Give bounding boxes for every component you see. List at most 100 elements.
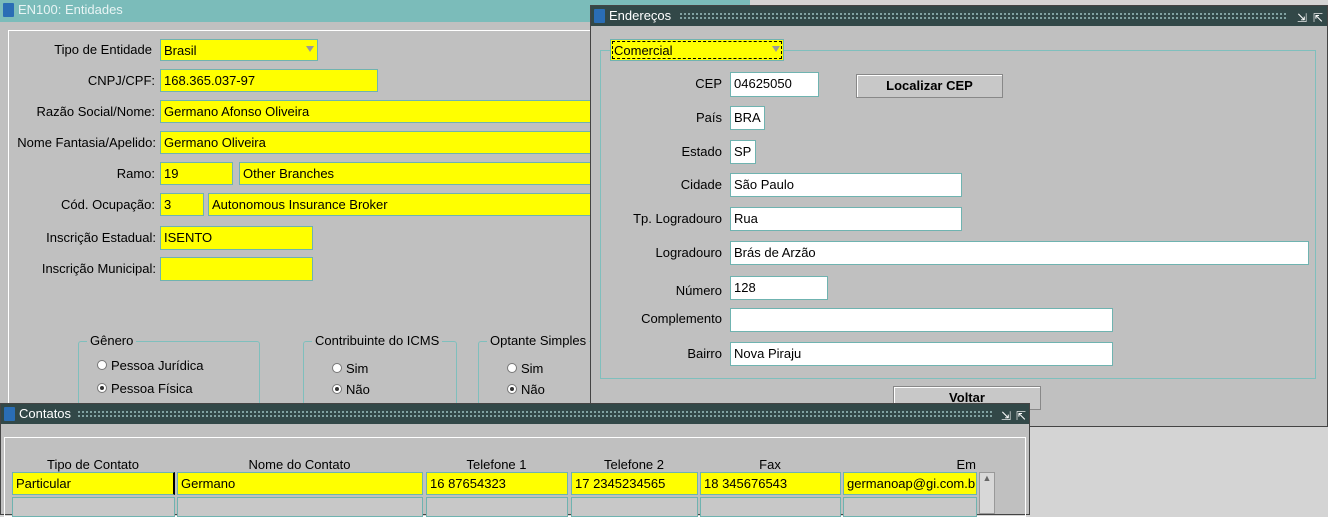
form-icon xyxy=(594,9,605,23)
icms-group: Contribuinte do ICMS xyxy=(303,333,457,411)
logradouro-field[interactable]: Brás de Arzão xyxy=(730,241,1309,265)
form-icon xyxy=(4,407,15,421)
razao-field[interactable]: Germano Afonso Oliveira xyxy=(160,100,592,123)
title-bar: Endereços ⇲ ⇱ xyxy=(591,6,1327,26)
logradouro-label: Logradouro xyxy=(655,245,723,260)
tp-logradouro-label: Tp. Logradouro xyxy=(633,211,722,226)
tipo-entidade-label: Tipo de Entidade xyxy=(54,42,152,57)
tipo-entidade-select[interactable]: Brasil xyxy=(160,39,318,61)
radio-simples-nao[interactable]: Não xyxy=(507,382,545,397)
pais-field[interactable]: BRA xyxy=(730,106,765,130)
radio-pessoa-fisica[interactable]: Pessoa Física xyxy=(97,381,193,396)
header-telefone1: Telefone 1 xyxy=(466,457,527,472)
form-icon xyxy=(3,3,14,17)
ramo-desc-field[interactable]: Other Branches xyxy=(239,162,592,185)
title-bar-grip xyxy=(77,410,993,418)
complemento-field[interactable] xyxy=(730,308,1113,332)
simples-label: Optante Simples xyxy=(487,333,590,348)
cell-fax[interactable]: 18 345676543 xyxy=(700,472,841,495)
genero-label: Gênero xyxy=(87,333,137,348)
cep-field[interactable]: 04625050 xyxy=(730,72,819,97)
radio-icms-nao[interactable]: Não xyxy=(332,382,370,397)
maximize-icon[interactable]: ⇱ xyxy=(1016,406,1026,426)
numero-field[interactable]: 128 xyxy=(730,276,828,300)
title-bar-grip xyxy=(679,12,1287,20)
cell-nome-contato[interactable]: Germano xyxy=(177,472,423,495)
radio-label: Não xyxy=(521,382,545,397)
empty-cell[interactable] xyxy=(571,497,698,517)
header-tipo-contato: Tipo de Contato xyxy=(46,457,140,472)
radio-label: Sim xyxy=(521,361,544,376)
estado-field[interactable]: SP xyxy=(730,140,756,164)
cidade-field[interactable]: São Paulo xyxy=(730,173,962,197)
radio-label: Pessoa Física xyxy=(111,381,193,396)
address-type-value: Comercial xyxy=(614,43,673,58)
radio-label: Sim xyxy=(346,361,369,376)
ocupacao-code-field[interactable]: 3 xyxy=(160,193,204,216)
fantasia-label: Nome Fantasia/Apelido: xyxy=(17,135,156,150)
im-field[interactable] xyxy=(160,257,313,281)
chevron-down-icon[interactable] xyxy=(306,46,314,52)
header-email: Em xyxy=(956,457,977,472)
cep-label: CEP xyxy=(695,76,722,91)
estado-label: Estado xyxy=(681,144,722,159)
ocupacao-desc-field[interactable]: Autonomous Insurance Broker xyxy=(208,193,592,216)
ramo-label: Ramo: xyxy=(116,166,155,181)
header-telefone2: Telefone 2 xyxy=(604,457,664,472)
cell-telefone2[interactable]: 17 2345234565 xyxy=(571,472,698,495)
radio-simples-sim[interactable]: Sim xyxy=(507,361,543,376)
genero-group: Gênero xyxy=(78,333,260,411)
cnpj-field[interactable]: 168.365.037-97 xyxy=(160,69,378,92)
cell-telefone1[interactable]: 16 87654323 xyxy=(426,472,568,495)
fantasia-field[interactable]: Germano Oliveira xyxy=(160,131,592,154)
minimize-icon[interactable]: ⇲ xyxy=(1297,8,1307,28)
bairro-field[interactable]: Nova Piraju xyxy=(730,342,1113,366)
empty-cell[interactable] xyxy=(177,497,423,517)
vertical-scrollbar[interactable]: ▲ xyxy=(979,472,995,514)
numero-label: Número xyxy=(675,283,722,298)
minimize-icon[interactable]: ⇲ xyxy=(1001,406,1011,426)
radio-label: Pessoa Jurídica xyxy=(111,358,204,373)
bairro-label: Bairro xyxy=(687,346,722,361)
radio-icon[interactable] xyxy=(332,363,342,373)
localizar-cep-button[interactable]: Localizar CEP xyxy=(856,74,1003,98)
cidade-label: Cidade xyxy=(680,177,722,192)
tp-logradouro-field[interactable]: Rua xyxy=(730,207,962,231)
header-fax: Fax xyxy=(759,457,781,472)
icms-label: Contribuinte do ICMS xyxy=(312,333,443,348)
title-bar: Contatos ⇲ ⇱ xyxy=(1,404,1029,424)
chevron-down-icon[interactable] xyxy=(772,46,780,52)
tipo-entidade-value: Brasil xyxy=(164,43,197,58)
radio-icon[interactable] xyxy=(507,363,517,373)
cell-tipo-contato[interactable]: Particular xyxy=(12,472,175,495)
ie-field[interactable]: ISENTO xyxy=(160,226,313,250)
window-title: Endereços xyxy=(609,8,672,23)
maximize-icon[interactable]: ⇱ xyxy=(1313,8,1323,28)
cell-email[interactable]: germanoap@gi.com.br xyxy=(843,472,977,495)
radio-pessoa-juridica[interactable]: Pessoa Jurídica xyxy=(97,358,204,373)
im-label: Inscrição Municipal: xyxy=(41,261,156,276)
radio-icms-sim[interactable]: Sim xyxy=(332,361,368,376)
radio-selected-icon[interactable] xyxy=(507,384,517,394)
window-title: EN100: Entidades xyxy=(18,2,123,17)
empty-cell[interactable] xyxy=(843,497,977,517)
empty-cell[interactable] xyxy=(700,497,841,517)
pais-label: País xyxy=(695,110,722,125)
ie-label: Inscrição Estadual: xyxy=(46,230,156,245)
ramo-code-field[interactable]: 19 xyxy=(160,162,233,185)
radio-selected-icon[interactable] xyxy=(97,383,107,393)
simples-group: Optante Simples xyxy=(478,333,608,411)
address-type-select[interactable]: Comercial xyxy=(610,39,784,61)
complemento-label: Complemento xyxy=(641,311,722,326)
window-title: Contatos xyxy=(19,406,72,421)
empty-cell[interactable] xyxy=(12,497,175,517)
radio-icon[interactable] xyxy=(97,360,107,370)
header-nome-contato: Nome do Contato xyxy=(248,457,351,472)
ocupacao-label: Cód. Ocupação: xyxy=(61,197,155,212)
scroll-up-icon[interactable]: ▲ xyxy=(980,473,994,483)
razao-label: Razão Social/Nome: xyxy=(36,104,156,119)
radio-selected-icon[interactable] xyxy=(332,384,342,394)
empty-cell[interactable] xyxy=(426,497,568,517)
radio-label: Não xyxy=(346,382,370,397)
cnpj-label: CNPJ/CPF: xyxy=(87,73,155,88)
